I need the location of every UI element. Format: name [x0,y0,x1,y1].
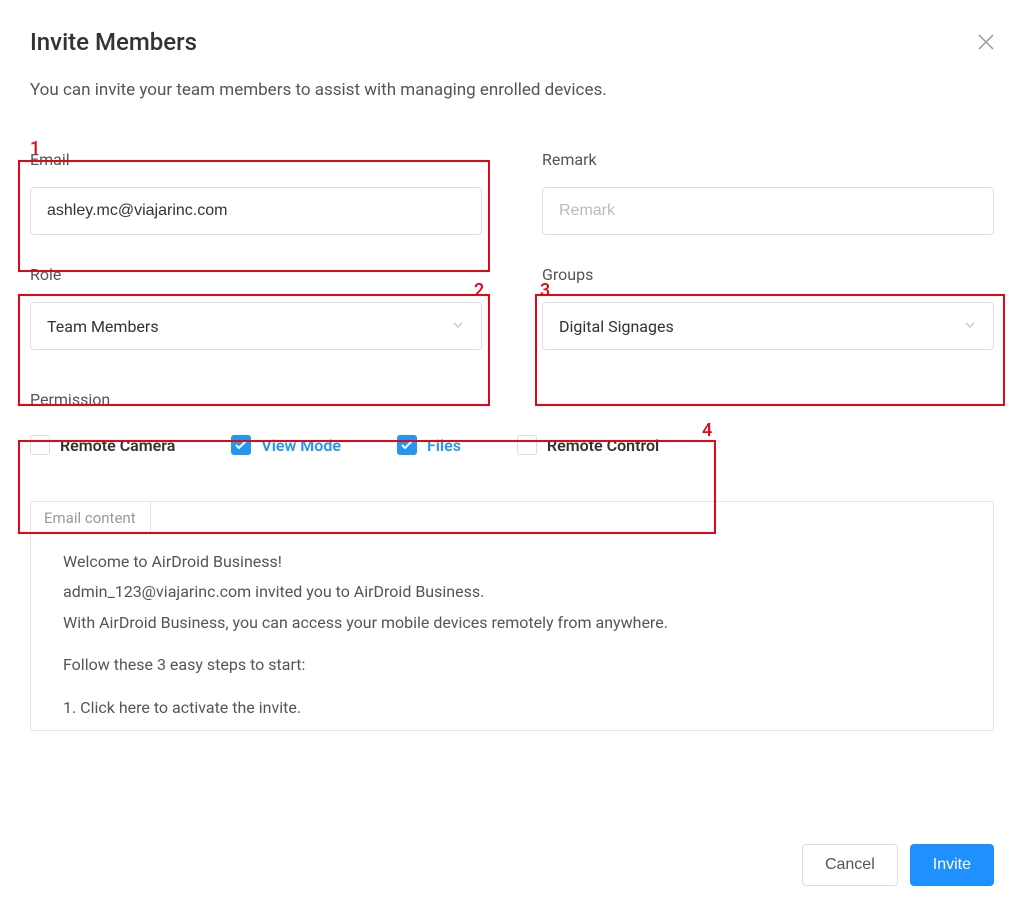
annotation-3: 3 [540,280,550,301]
email-line1: Welcome to AirDroid Business! [63,547,961,577]
role-selected-value: Team Members [47,317,159,336]
email-steps-intro: Follow these 3 easy steps to start: [63,650,961,680]
footer: Cancel Invite [802,844,994,886]
groups-select[interactable]: Digital Signages [542,302,994,350]
email-inviter: admin_123@viajarinc.com [63,582,251,601]
email-line2: admin_123@viajarinc.com invited you to A… [63,577,961,607]
view-mode-checkbox[interactable] [231,435,251,455]
email-content-tab[interactable]: Email content [30,501,151,535]
remote-control-label: Remote Control [547,436,659,455]
remote-camera-label: Remote Camera [60,436,175,455]
form-grid: Email Remark Role Team Members Groups Di… [30,150,994,350]
role-label: Role [30,265,482,284]
permission-files: Files [397,435,461,455]
remote-control-checkbox[interactable] [517,435,537,455]
role-select[interactable]: Team Members [30,302,482,350]
email-label: Email [30,150,482,169]
annotation-4: 4 [702,420,712,441]
email-preview: Email content Welcome to AirDroid Busine… [30,501,994,731]
email-line2-post: invited you to AirDroid Business. [251,582,484,601]
files-checkbox[interactable] [397,435,417,455]
chevron-down-icon [963,317,977,336]
email-input[interactable] [30,187,482,235]
annotation-2: 2 [474,280,484,301]
groups-field-group: Groups Digital Signages [542,265,994,350]
permission-label: Permission [30,390,994,409]
close-icon[interactable] [978,34,994,55]
email-step1: 1. Click here to activate the invite. [63,693,961,723]
email-step2-pre: 2. Install the desktop client of [63,728,276,731]
cancel-button[interactable]: Cancel [802,844,898,886]
permission-section: Permission Remote Camera View Mode Files [30,390,994,455]
permission-remote-control: Remote Control [517,435,659,455]
groups-selected-value: Digital Signages [559,317,674,336]
permission-remote-camera: Remote Camera [30,435,175,455]
email-step2: 2. Install the desktop client of AirDroi… [63,723,961,731]
email-step2-post: on your computer and sign in. [402,728,617,731]
permission-checkbox-row: Remote Camera View Mode Files Remote Con… [30,435,994,455]
remark-input[interactable] [542,187,994,235]
role-field-group: Role Team Members [30,265,482,350]
annotation-1: 1 [30,138,40,159]
email-line3: With AirDroid Business, you can access y… [63,608,961,638]
email-body: Welcome to AirDroid Business! admin_123@… [31,535,993,731]
remark-field-group: Remark [542,150,994,235]
files-label: Files [427,436,461,455]
groups-label: Groups [542,265,994,284]
airdroid-business-link[interactable]: AirDroid Business [276,728,402,731]
modal-subtitle: You can invite your team members to assi… [30,80,994,100]
remote-camera-checkbox[interactable] [30,435,50,455]
invite-members-modal: Invite Members You can invite your team … [0,0,1024,908]
view-mode-label: View Mode [261,436,341,455]
remark-label: Remark [542,150,994,169]
chevron-down-icon [451,317,465,336]
modal-title: Invite Members [30,28,994,56]
invite-button[interactable]: Invite [910,844,994,886]
permission-view-mode: View Mode [231,435,341,455]
email-field-group: Email [30,150,482,235]
